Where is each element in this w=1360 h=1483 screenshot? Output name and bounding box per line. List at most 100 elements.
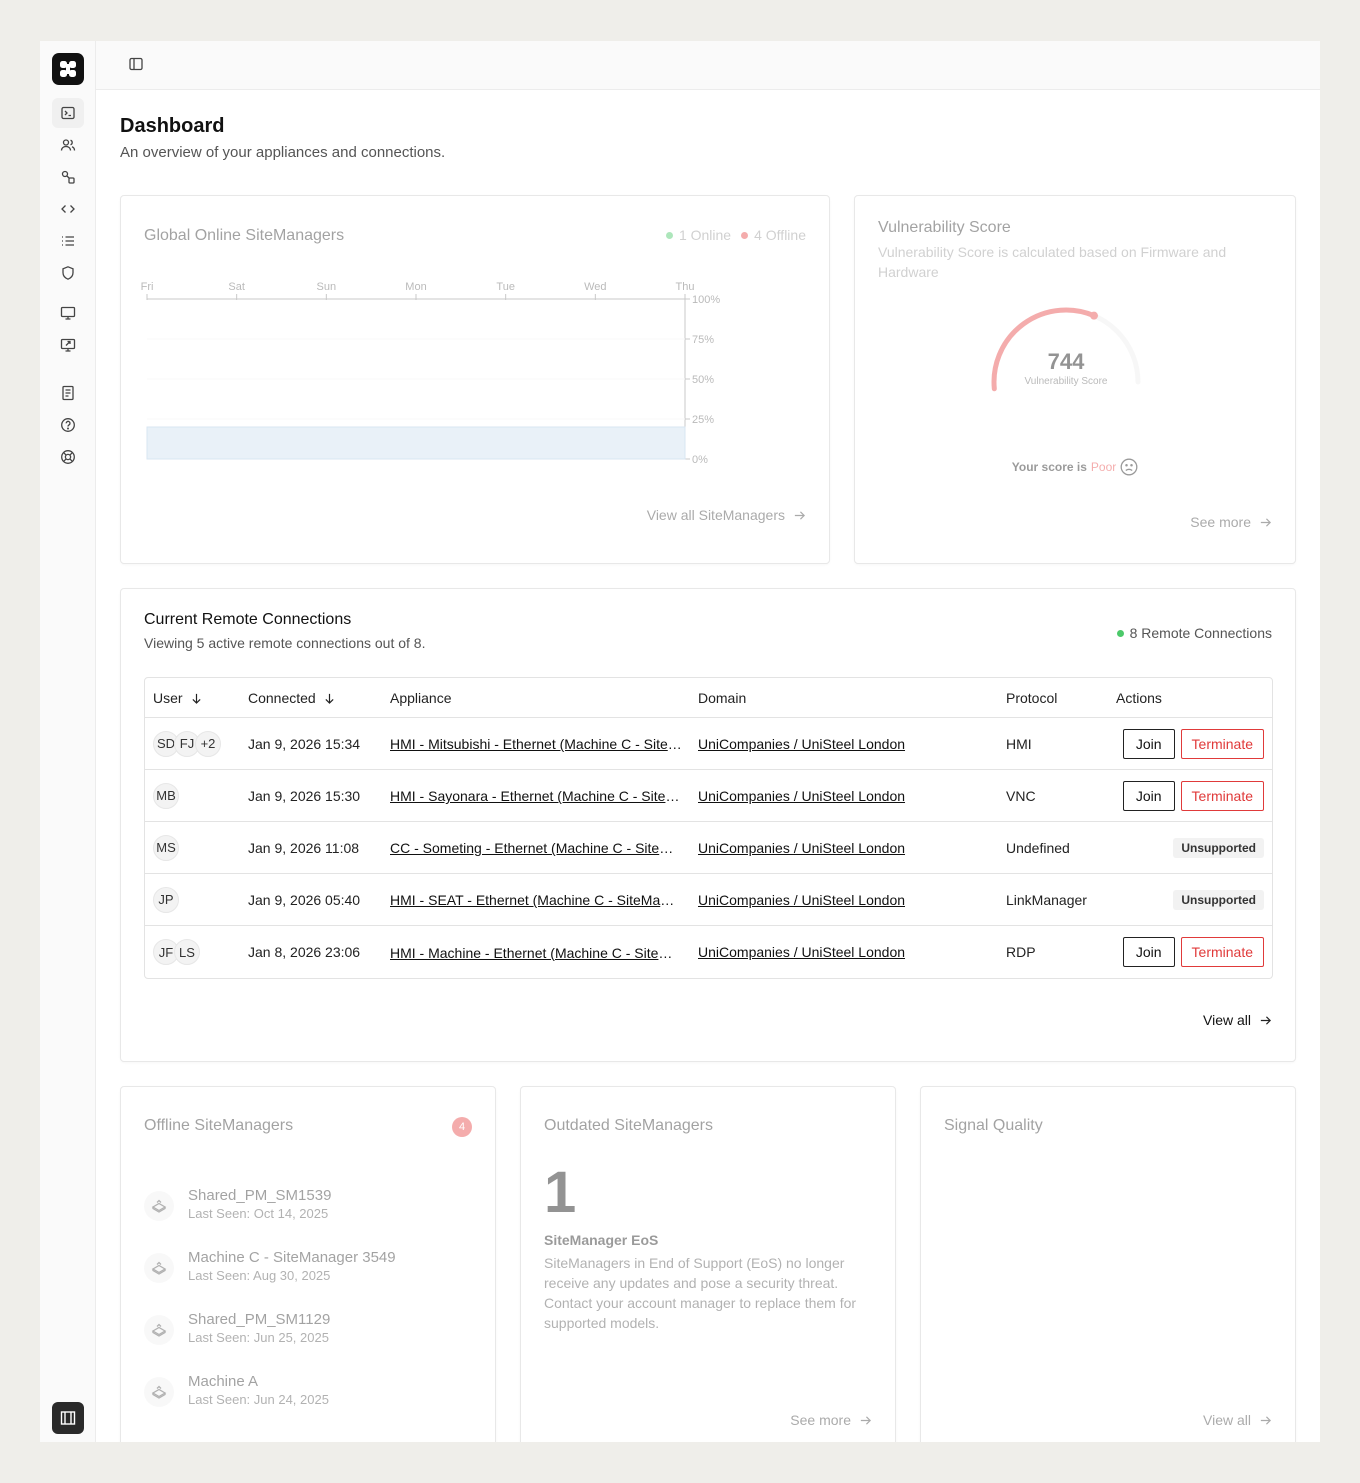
cell-connected-text: Jan 9, 2026 05:40 [248,891,361,908]
unsupported-badge: Unsupported [1173,889,1264,910]
offline-item-name: Machine A [188,1373,259,1390]
collapse-panel-button[interactable] [52,1402,84,1434]
cell-domain[interactable]: UniCompanies / UniSteel London [690,718,998,770]
nav-users[interactable] [58,135,78,155]
nav-code[interactable] [58,199,78,219]
arrow-right-icon [1260,517,1271,527]
cell-actions: Unsupported [1108,822,1272,874]
offline-item-name: Shared_PM_SM1539 [188,1187,332,1204]
app-logo[interactable] [52,53,84,85]
x-tick-label: Thu [676,281,695,293]
cell-appliance-text[interactable]: CC - Someting - Ethernet (Machine C - Si… [390,840,682,856]
cell-appliance-text[interactable]: HMI - SEAT - Ethernet (Machine C - SiteM… [390,892,682,908]
nav-docs[interactable] [58,383,78,403]
nav-security[interactable] [58,263,78,283]
offline-item-name: Shared_PM_SM1129 [188,1311,331,1328]
outdated-description: SiteManagers in End of Support (EoS) no … [544,1255,857,1331]
score-verdict: Your score is Poor [855,458,1295,476]
cell-domain-text[interactable]: UniCompanies / UniSteel London [698,892,905,908]
x-tick-label: Tue [496,281,515,293]
terminate-button[interactable]: Terminate [1180,937,1264,967]
sidebar-toggle-icon [129,57,143,71]
list-item[interactable]: Shared_PM_SM1539 Last Seen: Oct 14, 2025 [144,1187,331,1221]
join-button[interactable]: Join [1122,728,1175,759]
outdated-see-more-link[interactable]: See more [790,1412,872,1428]
cell-domain-text[interactable]: UniCompanies / UniSteel London [698,944,905,960]
cell-appliance-text[interactable]: HMI - Mitsubishi - Ethernet (Machine C -… [390,736,682,752]
online-chart: Fri Sat Sun Mon Tue Wed Thu100% 75% 50% 25% 0% [141,281,720,466]
nav-help[interactable] [58,415,78,435]
cell-actions: Unsupported [1108,874,1272,926]
terminate-button[interactable]: Terminate [1180,728,1264,759]
cell-domain[interactable]: UniCompanies / UniSteel London [690,770,998,822]
vulnerability-content: Vulnerability Score Vulnerability Score … [855,196,1295,563]
list-item[interactable]: Machine A Last Seen: Jun 24, 2025 [144,1373,329,1407]
avatar: JP [153,886,179,913]
cell-connected: Jan 8, 2026 23:06 [240,926,382,978]
cell-connected: Jan 9, 2026 15:34 [240,718,382,770]
cell-appliance[interactable]: HMI - Machine - Ethernet (Machine C - Si… [382,926,690,978]
view-all-sitemanagers-link[interactable]: View all SiteManagers [647,507,806,523]
cell-connected: Jan 9, 2026 15:30 [240,770,382,822]
list-item[interactable]: Machine C - SiteManager 3549 Last Seen: A… [144,1249,396,1283]
top-bar [96,41,1320,90]
arrow-right-icon [794,510,805,520]
nav-monitor[interactable] [58,303,78,323]
connections-view-all-link[interactable]: View all [1203,1012,1272,1028]
join-button[interactable]: Join [1122,780,1175,811]
offline-item-text: Shared_PM_SM1129 Last Seen: Jun 25, 2025 [188,1311,330,1345]
join-button[interactable]: Join [1122,937,1175,967]
column-domain: Domain [690,678,998,718]
column-user[interactable]: User [145,678,240,718]
nav-nodes[interactable] [58,167,78,187]
offline-item-seen: Last Seen: Oct 14, 2025 [188,1206,329,1221]
nav-terminal[interactable] [52,98,84,128]
cell-protocol-text: Undefined [1006,839,1070,856]
cell-appliance[interactable]: HMI - Sayonara - Ethernet (Machine C - S… [382,770,690,822]
sidebar-toggle-button[interactable] [128,56,146,74]
y-tick-label: 25% [692,414,714,426]
gauge-knob [1090,311,1099,320]
nav-support[interactable] [58,447,78,467]
global-online-content: Global Online SiteManagers 1 Online 4 Of… [121,196,829,563]
vulnerability-see-more-link[interactable]: See more [1190,514,1272,530]
panel-icon [60,1411,76,1425]
cell-domain-text[interactable]: UniCompanies / UniSteel London [698,736,905,752]
vulnerability-title: Vulnerability Score [878,219,1011,236]
connections-count-label: 8 Remote Connections [1129,625,1272,641]
document-icon [62,385,74,401]
nav-list[interactable] [58,231,78,251]
cell-appliance-text[interactable]: HMI - Sayonara - Ethernet (Machine C - S… [390,788,682,804]
cell-user: JF LS [145,926,240,978]
list-item[interactable]: Shared_PM_SM1129 Last Seen: Jun 25, 2025 [144,1311,330,1345]
column-actions: Actions [1108,678,1272,718]
unsupported-badge: Unsupported [1173,837,1264,858]
cell-domain-text[interactable]: UniCompanies / UniSteel London [698,788,905,804]
cell-domain[interactable]: UniCompanies / UniSteel London [690,874,998,926]
nav-monitor-arrow[interactable] [58,335,78,355]
signal-view-all-link[interactable]: View all [1203,1412,1272,1428]
cell-appliance[interactable]: HMI - SEAT - Ethernet (Machine C - SiteM… [382,874,690,926]
cell-domain[interactable]: UniCompanies / UniSteel London [690,822,998,874]
cell-actions: Join Terminate [1108,770,1272,822]
x-tick-label: Mon [405,281,426,293]
cell-user: MS [145,822,240,874]
logo-icon [60,61,76,77]
remote-connections-card: Current Remote Connections Viewing 5 act… [120,588,1296,1062]
cell-domain-text[interactable]: UniCompanies / UniSteel London [698,840,905,856]
vulnerability-description: Vulnerability Score is calculated based … [878,244,1227,280]
sidebar [40,41,96,1442]
cell-appliance[interactable]: HMI - Mitsubishi - Ethernet (Machine C -… [382,718,690,770]
cell-appliance-text[interactable]: HMI - Machine - Ethernet (Machine C - Si… [390,945,682,961]
list-icon [62,236,74,246]
cell-connected: Jan 9, 2026 05:40 [240,874,382,926]
cell-domain[interactable]: UniCompanies / UniSteel London [690,926,998,978]
score-value: 744 [1047,349,1085,374]
terminate-button[interactable]: Terminate [1180,780,1264,811]
nodes-icon [61,170,75,184]
cell-actions: Join Terminate [1108,926,1272,978]
column-connected[interactable]: Connected [240,678,382,718]
x-tick-label: Wed [584,281,606,293]
page-subtitle: An overview of your appliances and conne… [120,144,446,161]
cell-appliance[interactable]: CC - Someting - Ethernet (Machine C - Si… [382,822,690,874]
